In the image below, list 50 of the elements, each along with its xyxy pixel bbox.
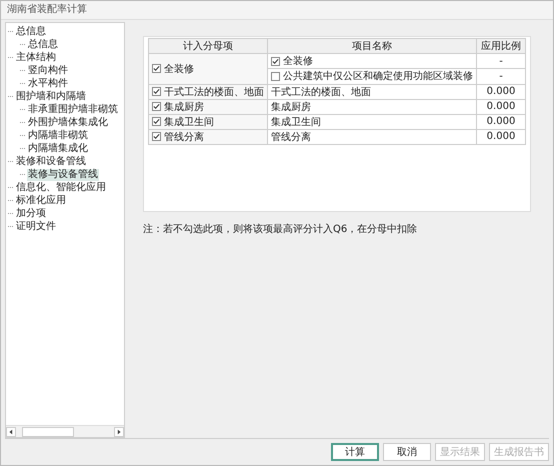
checkbox[interactable] [271, 56, 280, 66]
note-text: 注：若不勾选此项，则将该项最高评分计入Q6，在分母中扣除 [143, 222, 418, 236]
checkbox[interactable] [152, 87, 161, 96]
checkbox[interactable] [152, 132, 161, 141]
column-header: 应用比例 [476, 38, 526, 54]
scroll-right-icon[interactable] [114, 426, 124, 436]
tree-item[interactable]: 证明文件 [15, 220, 57, 232]
column-header: 项目名称 [268, 38, 476, 54]
tree-item[interactable]: 竖向构件 [27, 64, 69, 76]
tree-item[interactable]: 水平构件 [27, 78, 69, 90]
dialog-button[interactable]: 取消 [383, 443, 431, 461]
tree-item[interactable]: 装修与设备管线 [27, 168, 99, 180]
table-cell: 全装修 [268, 54, 476, 68]
table-cell: 集成卫生间 [268, 114, 476, 129]
table-cell: 干式工法的楼面、地面 [148, 84, 268, 99]
tree-item[interactable]: 标准化应用 [15, 194, 67, 206]
window-title: 湖南省装配率计算 [1, 1, 553, 20]
table-cell: 公共建筑中仅公区和确定使用功能区域装修 [268, 68, 476, 84]
horizontal-scrollbar[interactable] [6, 425, 124, 437]
tree-item[interactable]: 信息化、智能化应用 [15, 182, 107, 194]
tree-item[interactable]: 内隔墙非砌筑 [27, 130, 89, 142]
tree-item[interactable]: 总信息 [27, 38, 59, 50]
tree-item[interactable]: 总信息 [15, 26, 47, 38]
checkbox[interactable] [152, 117, 161, 126]
table-cell: 管线分离 [268, 129, 476, 144]
table-cell: 集成卫生间 [148, 114, 268, 129]
table-cell: 0.000 [476, 129, 526, 144]
table-cell: 0.000 [476, 84, 526, 99]
tree-item[interactable]: 加分项 [15, 208, 47, 220]
checkbox[interactable] [152, 64, 161, 74]
table-cell: 0.000 [476, 99, 526, 114]
checkbox[interactable] [152, 102, 161, 111]
table-cell: 集成厨房 [148, 99, 268, 114]
table-cell: 全装修 [148, 54, 268, 84]
tree-item[interactable]: 内隔墙集成化 [27, 142, 89, 154]
scroll-left-icon[interactable] [6, 426, 16, 436]
tree-item[interactable]: 主体结构 [15, 52, 57, 64]
tree-item[interactable]: 装修和设备管线 [15, 156, 87, 168]
table-cell: 干式工法的楼面、地面 [268, 84, 476, 99]
tree-item[interactable]: 非承重围护墙非砌筑 [27, 104, 119, 116]
tree-item[interactable]: 外围护墙体集成化 [27, 116, 109, 128]
table-cell: 管线分离 [148, 129, 268, 144]
table-cell: - [476, 54, 526, 68]
table-cell: 集成厨房 [268, 99, 476, 114]
checkbox[interactable] [271, 72, 280, 80]
dialog-button[interactable]: 计算 [331, 443, 379, 461]
table-cell: - [476, 68, 526, 84]
column-header: 计入分母项 [148, 38, 268, 54]
tree-item[interactable]: 围护墙和内隔墙 [15, 90, 87, 102]
table-cell: 0.000 [476, 114, 526, 129]
